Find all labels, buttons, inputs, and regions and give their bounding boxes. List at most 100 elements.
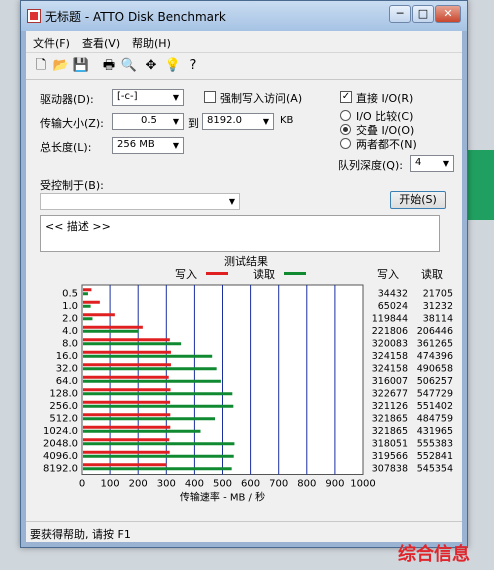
queue-depth-value: 4 (415, 157, 422, 168)
bar-write (83, 363, 171, 367)
table-value-write: 65024 (378, 301, 408, 312)
bar-write (83, 463, 167, 467)
table-value-read: 506257 (417, 376, 453, 387)
table-value-write: 318051 (372, 438, 408, 449)
legend-read-label: 读取 (253, 267, 275, 281)
x-tick-label: 200 (129, 479, 148, 490)
overlapped-io-radio[interactable] (340, 124, 351, 135)
table-value-write: 321126 (372, 401, 408, 412)
chevron-down-icon: ▼ (172, 141, 180, 150)
y-tick-label: 32.0 (56, 363, 78, 374)
minimize-button[interactable]: ─ (389, 5, 411, 23)
print-icon[interactable]: 🖶 (100, 57, 118, 75)
description-box[interactable]: << 描述 >> (40, 215, 440, 252)
title-bar[interactable]: 无标题 - ATTO Disk Benchmark ─ □ ✕ (21, 1, 467, 31)
force-write-checkbox[interactable] (204, 91, 216, 103)
x-tick-label: 1000 (350, 479, 375, 490)
bar-read (83, 342, 182, 346)
neither-radio[interactable] (340, 138, 351, 149)
x-tick-label: 500 (213, 479, 232, 490)
table-value-write: 307838 (372, 463, 408, 474)
direct-io-label: 直接 I/O(R) (356, 92, 414, 105)
bar-read (83, 367, 217, 371)
x-tick-label: 600 (241, 479, 260, 490)
table-value-read: 38114 (423, 313, 453, 324)
transfer-unit: KB (280, 115, 294, 126)
table-header-read: 读取 (421, 267, 443, 281)
bar-write (83, 413, 171, 417)
x-tick-label: 300 (157, 479, 176, 490)
controlled-by-select[interactable]: ▼ (40, 193, 240, 210)
table-value-write: 34432 (378, 288, 408, 299)
transfer-to-select[interactable]: 8192.0 ▼ (202, 113, 274, 130)
maximize-button[interactable]: □ (412, 5, 434, 23)
watermark-text: 综合信息 (398, 544, 470, 565)
queue-depth-label: 队列深度(Q): (338, 159, 403, 172)
y-tick-label: 0.5 (62, 288, 78, 299)
table-value-write: 119844 (372, 313, 408, 324)
table-value-write: 321865 (372, 413, 408, 424)
chevron-down-icon: ▼ (442, 159, 450, 168)
move-icon[interactable]: ✥ (142, 57, 160, 75)
table-value-read: 474396 (417, 351, 453, 362)
close-button[interactable]: ✕ (435, 5, 461, 23)
legend-write-label: 写入 (175, 268, 197, 281)
bar-read (83, 329, 139, 333)
print-preview-icon[interactable]: 🔍 (120, 57, 138, 75)
y-tick-label: 256.0 (49, 401, 78, 412)
y-tick-label: 1.0 (62, 301, 78, 312)
bar-read (83, 429, 201, 433)
bar-read (83, 442, 235, 446)
table-header-write: 写入 (377, 268, 399, 281)
open-folder-icon[interactable]: 📂 (52, 57, 70, 75)
table-value-read: 21705 (423, 288, 453, 299)
table-value-write: 321865 (372, 426, 408, 437)
table-value-write: 320083 (372, 338, 408, 349)
y-tick-label: 16.0 (56, 351, 78, 362)
bar-write (83, 438, 170, 442)
table-value-read: 31232 (423, 301, 453, 312)
new-file-icon[interactable]: 🗋 (32, 57, 50, 75)
y-tick-label: 2048.0 (43, 438, 78, 449)
save-icon[interactable]: 💾 (72, 57, 90, 75)
bar-read (83, 454, 234, 458)
table-value-read: 431965 (417, 426, 453, 437)
transfer-from-value: 0.5 (141, 115, 157, 126)
direct-io-checkbox[interactable]: ✓ (340, 91, 352, 103)
menu-view[interactable]: 查看(V) (82, 35, 120, 51)
x-axis-label: 传输速率 - MB / 秒 (180, 491, 265, 504)
table-value-write: 324158 (372, 351, 408, 362)
app-icon (27, 9, 41, 23)
start-button[interactable]: 开始(S) (390, 191, 446, 209)
bar-read (83, 404, 234, 408)
table-value-write: 324158 (372, 363, 408, 374)
drive-label: 驱动器(D): (40, 93, 94, 106)
y-tick-label: 4096.0 (43, 451, 78, 462)
help-icon[interactable]: 💡 (164, 57, 182, 75)
description-text: << 描述 >> (45, 220, 111, 233)
table-value-read: 555383 (417, 438, 453, 449)
total-length-select[interactable]: 256 MB ▼ (112, 137, 184, 154)
app-window: 无标题 - ATTO Disk Benchmark ─ □ ✕ 文件(F) 查看… (20, 0, 468, 548)
bar-write (83, 325, 143, 329)
bar-read (83, 304, 91, 308)
bar-write (83, 313, 115, 317)
transfer-from-select[interactable]: 0.5 ▼ (112, 113, 184, 130)
status-bar: 要获得帮助, 请按 F1 (26, 521, 462, 542)
force-write-label: 强制写入访问(A) (220, 92, 303, 105)
x-tick-label: 100 (101, 479, 120, 490)
drive-select[interactable]: [-c-] ▼ (112, 89, 184, 106)
context-help-icon[interactable]: ? (184, 57, 202, 75)
queue-depth-select[interactable]: 4 ▼ (410, 155, 454, 172)
io-compare-radio[interactable] (340, 110, 351, 121)
toolbar: 🗋 📂 💾 🖶 🔍 ✥ 💡 ? (26, 52, 462, 80)
table-value-read: 545354 (417, 463, 453, 474)
drive-value: [-c-] (117, 91, 138, 102)
table-value-read: 552841 (417, 451, 453, 462)
results-chart: 测试结果写入 读取 写入 读取 0 100 200 300 400 500 600 700 800 900… (43, 255, 453, 504)
bar-write (83, 400, 171, 404)
menu-file[interactable]: 文件(F) (33, 35, 70, 51)
total-length-label: 总长度(L): (40, 141, 92, 154)
menu-help[interactable]: 帮助(H) (132, 35, 171, 51)
x-tick-label: 900 (325, 479, 344, 490)
